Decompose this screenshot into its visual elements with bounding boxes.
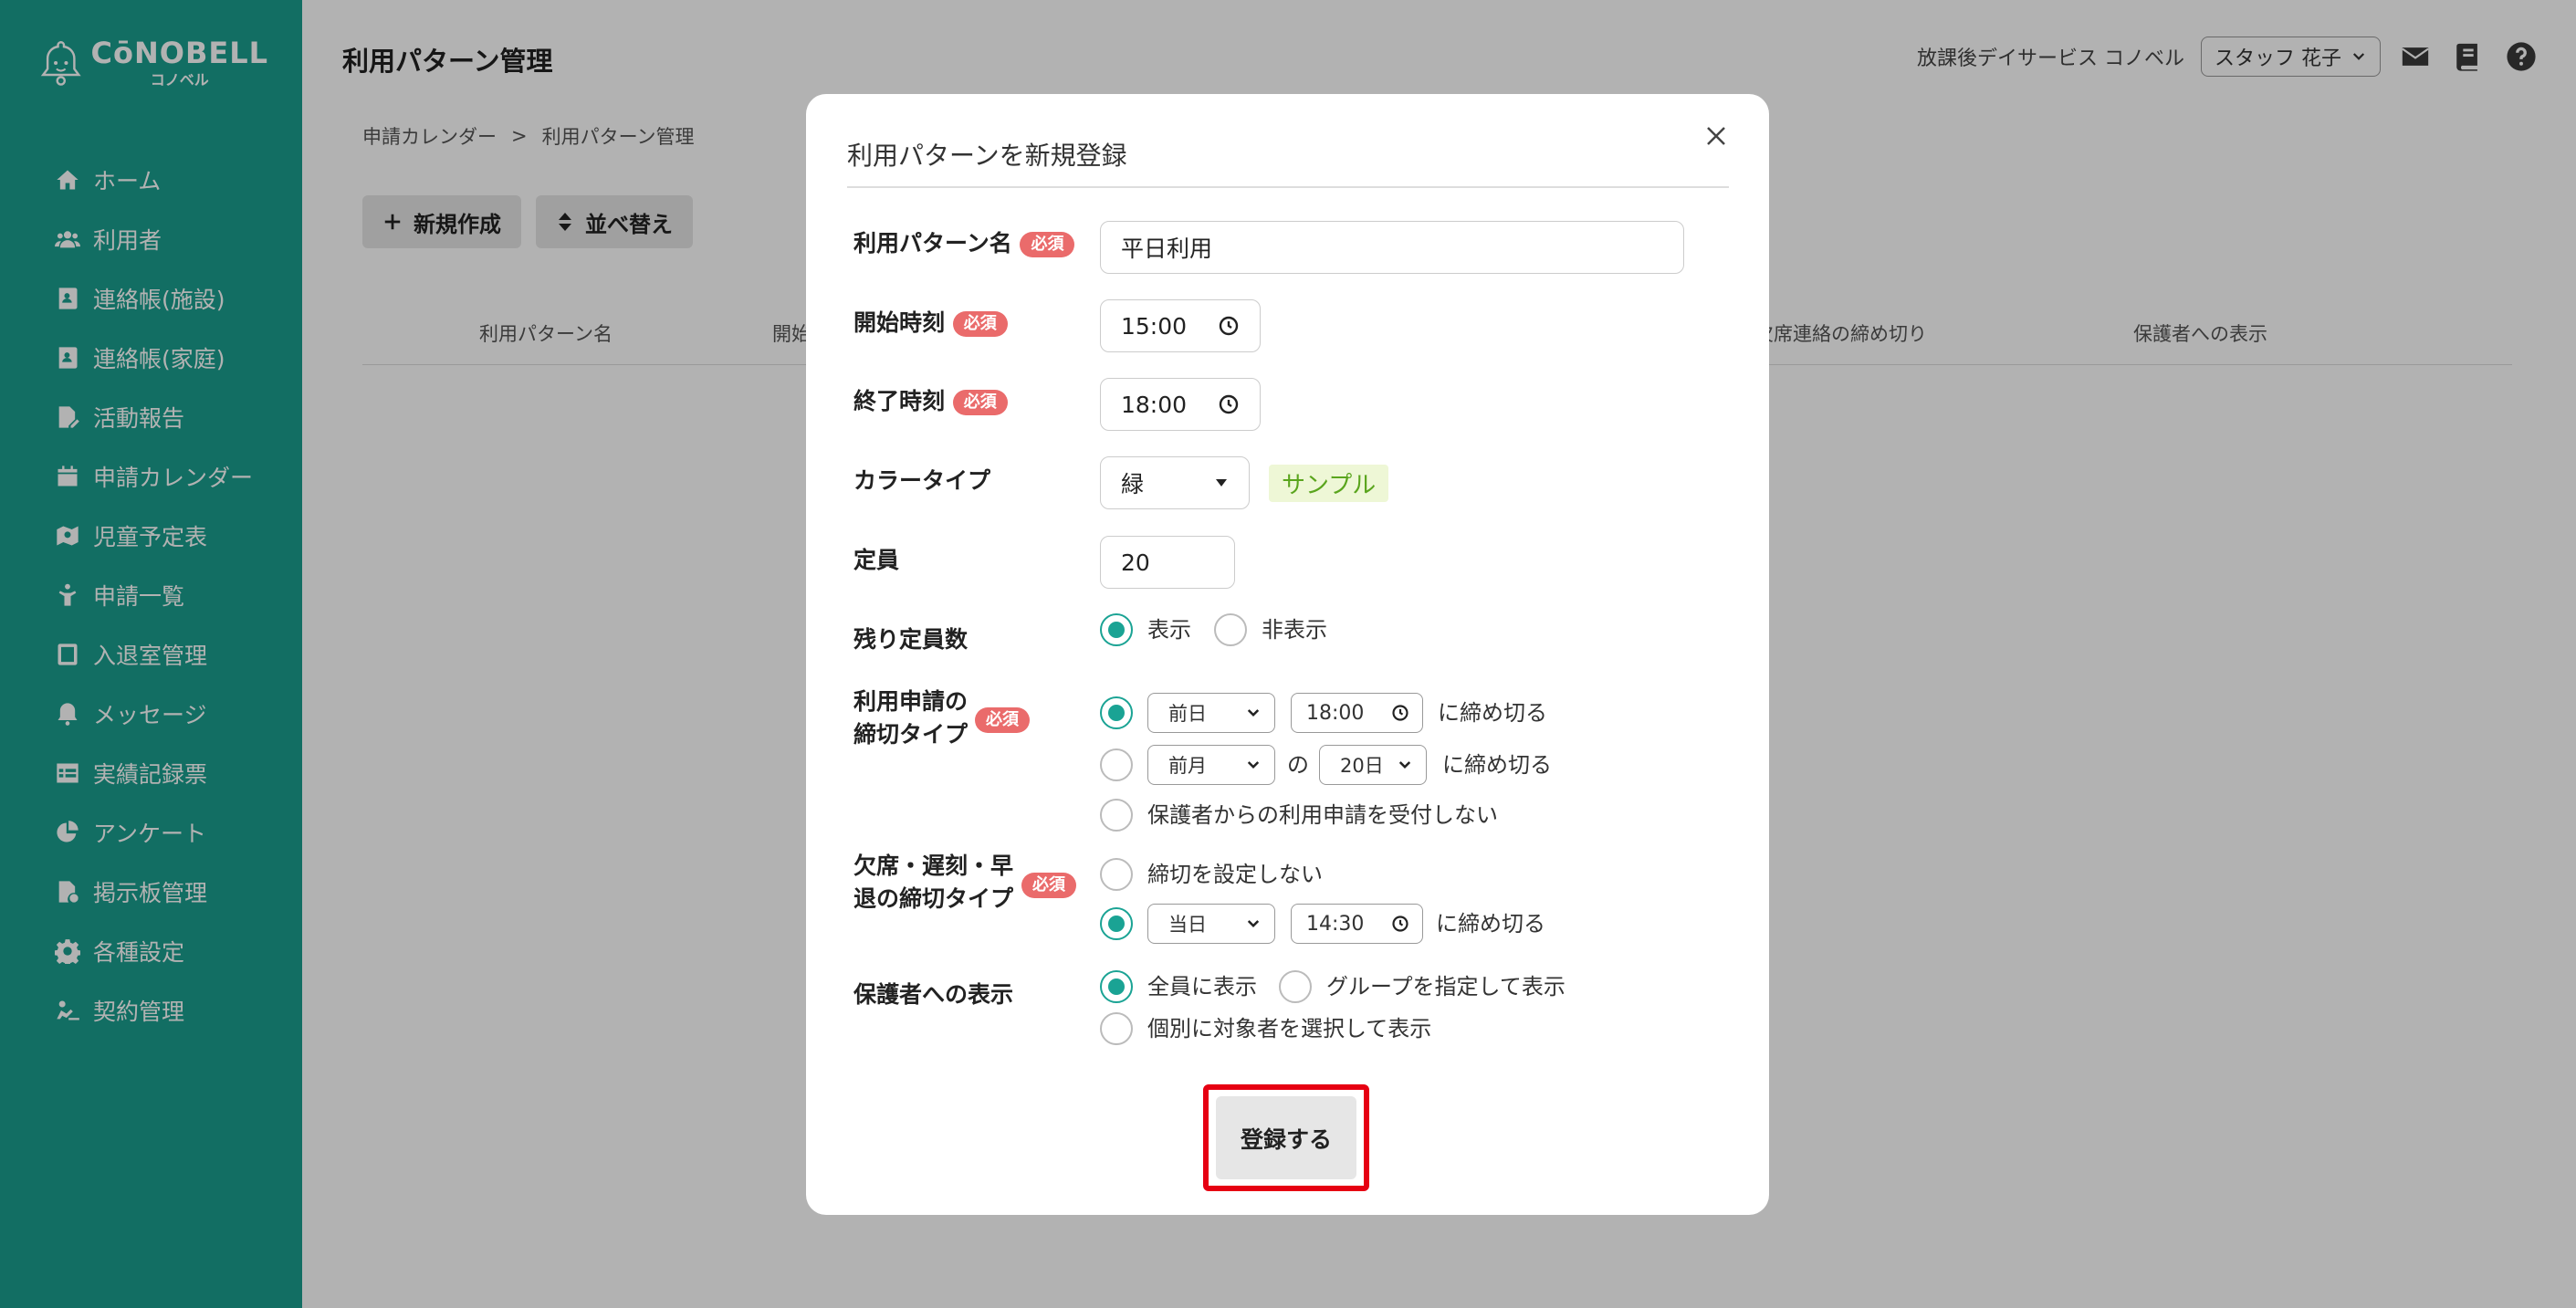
- absence-deadline-day-value: 当日: [1168, 914, 1207, 936]
- apply-deadline-time-input[interactable]: 18:00: [1291, 693, 1423, 733]
- capacity-label: 定員: [853, 547, 900, 573]
- apply-deadline-opt3-radio[interactable]: [1100, 799, 1133, 832]
- absence-deadline-opt2-suffix: に締め切る: [1436, 911, 1545, 937]
- remaining-show-text: 表示: [1147, 617, 1191, 643]
- color-type-select[interactable]: 緑: [1100, 456, 1250, 509]
- clock-icon: [1218, 393, 1240, 415]
- end-time-value: 18:00: [1121, 391, 1188, 418]
- apply-deadline-no-text: の: [1287, 752, 1309, 778]
- clock-icon: [1391, 704, 1409, 722]
- pattern-name-input[interactable]: 平日利用: [1100, 221, 1684, 274]
- absence-deadline-opt2-radio[interactable]: [1100, 907, 1133, 940]
- apply-deadline-opt1-radio[interactable]: [1100, 696, 1133, 729]
- apply-deadline-label-line2: 締切タイプ: [853, 721, 969, 748]
- start-time-label-text: 開始時刻: [853, 309, 946, 336]
- apply-deadline-opt3-text: 保護者からの利用申請を受付しない: [1147, 802, 1498, 828]
- color-sample: サンプル: [1269, 465, 1389, 502]
- apply-deadline-day-value: 前日: [1168, 703, 1207, 725]
- color-type-label: カラータイプ: [853, 467, 991, 494]
- apply-deadline-opt1-suffix: に締め切る: [1438, 700, 1547, 726]
- absence-deadline-time-value: 14:30: [1306, 912, 1365, 936]
- absence-deadline-opt1-radio[interactable]: [1100, 858, 1133, 891]
- apply-deadline-month-value: 前月: [1168, 755, 1207, 777]
- close-button[interactable]: [1698, 118, 1734, 154]
- guardian-display-all-radio[interactable]: [1100, 970, 1133, 1003]
- apply-deadline-opt2-radio[interactable]: [1100, 748, 1133, 781]
- clock-icon: [1218, 315, 1240, 337]
- end-time-input[interactable]: 18:00: [1100, 378, 1261, 431]
- capacity-input[interactable]: 20: [1100, 536, 1235, 589]
- pattern-name-value: 平日利用: [1121, 235, 1213, 262]
- required-badge: 必須: [952, 311, 1008, 337]
- apply-deadline-label: 利用申請の 締切タイプ: [853, 685, 968, 751]
- apply-deadline-opt2-suffix: に締め切る: [1442, 752, 1552, 778]
- absence-deadline-day-select[interactable]: 当日: [1147, 904, 1275, 944]
- start-time-input[interactable]: 15:00: [1100, 299, 1261, 352]
- remaining-hide-text: 非表示: [1262, 617, 1327, 643]
- guardian-display-label: 保護者への表示: [853, 981, 1014, 1008]
- apply-deadline-day-select[interactable]: 前日: [1147, 693, 1275, 733]
- guardian-display-individual-text: 個別に対象者を選択して表示: [1147, 1016, 1432, 1041]
- remaining-hide-radio[interactable]: [1214, 613, 1247, 646]
- absence-deadline-label-line1: 欠席・遅刻・早: [853, 853, 1014, 879]
- absence-deadline-label-line2: 退の締切タイプ: [853, 885, 1014, 912]
- name-label-text: 利用パターン名: [853, 230, 1012, 256]
- apply-deadline-label-line1: 利用申請の: [853, 688, 969, 715]
- end-time-label: 終了時刻 必須: [853, 385, 1008, 418]
- guardian-display-group-radio[interactable]: [1279, 970, 1312, 1003]
- apply-deadline-date-select[interactable]: 20日: [1319, 745, 1427, 785]
- new-pattern-modal: 利用パターンを新規登録 利用パターン名 必須 平日利用 開始時刻 必須 15:0…: [806, 94, 1769, 1215]
- start-time-value: 15:00: [1121, 312, 1188, 340]
- chevron-down-icon: [1247, 709, 1260, 717]
- guardian-display-individual-radio[interactable]: [1100, 1012, 1133, 1045]
- chevron-down-icon: [1398, 761, 1411, 769]
- capacity-value: 20: [1121, 549, 1150, 576]
- close-icon: [1707, 127, 1725, 145]
- required-badge: 必須: [1021, 873, 1076, 898]
- remaining-show-radio[interactable]: [1100, 613, 1133, 646]
- required-badge: 必須: [1020, 232, 1075, 257]
- remaining-label: 残り定員数: [853, 626, 969, 653]
- required-badge: 必須: [952, 390, 1008, 415]
- absence-deadline-label: 欠席・遅刻・早 退の締切タイプ: [853, 850, 1013, 916]
- end-time-label-text: 終了時刻: [853, 388, 946, 414]
- absence-deadline-opt1-text: 締切を設定しない: [1147, 862, 1323, 887]
- absence-deadline-time-input[interactable]: 14:30: [1291, 904, 1423, 944]
- name-label: 利用パターン名 必須: [853, 227, 1075, 260]
- chevron-down-icon: [1247, 761, 1260, 769]
- chevron-down-icon: [1247, 920, 1260, 928]
- submit-button[interactable]: 登録する: [1216, 1096, 1356, 1179]
- apply-deadline-date-value: 20日: [1340, 755, 1384, 777]
- required-badge: 必須: [975, 707, 1030, 733]
- guardian-display-group-text: グループを指定して表示: [1326, 974, 1565, 999]
- caret-down-icon: [1216, 479, 1227, 487]
- apply-deadline-time-value: 18:00: [1306, 701, 1365, 725]
- modal-title: 利用パターンを新規登録: [847, 141, 1127, 171]
- color-type-value: 緑: [1121, 471, 1145, 497]
- clock-icon: [1391, 915, 1409, 933]
- modal-divider: [847, 186, 1729, 188]
- guardian-display-all-text: 全員に表示: [1147, 974, 1257, 999]
- start-time-label: 開始時刻 必須: [853, 307, 1008, 340]
- apply-deadline-month-select[interactable]: 前月: [1147, 745, 1275, 785]
